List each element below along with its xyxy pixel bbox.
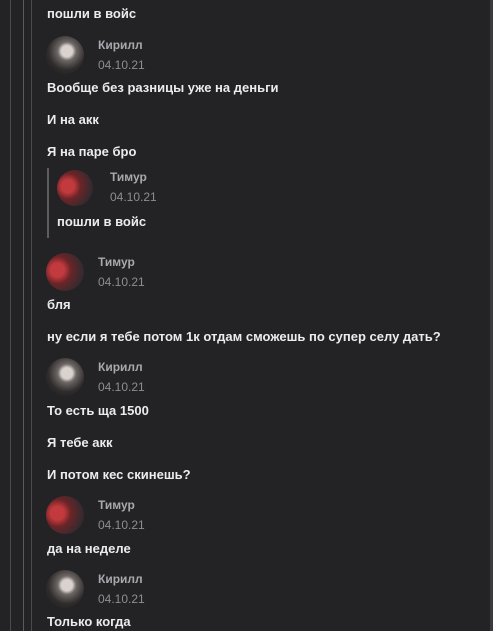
avatar[interactable] <box>46 36 84 74</box>
avatar[interactable] <box>46 358 84 396</box>
message-text: да на неделе <box>47 541 131 556</box>
message-date: 04.10.21 <box>98 592 145 606</box>
avatar[interactable] <box>46 253 84 291</box>
message-date: 04.10.21 <box>98 380 145 394</box>
message-text: ну если я тебе потом 1к отдам сможешь по… <box>47 329 441 344</box>
quoted-author-name: Тимур <box>110 170 147 184</box>
message-text: пошли в войс <box>47 6 137 21</box>
message-text: И на акк <box>47 112 99 127</box>
quoted-date: 04.10.21 <box>110 190 157 204</box>
avatar[interactable] <box>46 496 84 534</box>
message-date: 04.10.21 <box>98 58 145 72</box>
message-text: Вообще без разницы уже на деньги <box>47 80 279 95</box>
author-name[interactable]: Тимур <box>98 498 135 512</box>
quoted-text: пошли в войс <box>57 214 147 229</box>
thread-rail <box>31 0 32 631</box>
author-name[interactable]: Кирилл <box>98 360 143 374</box>
author-name[interactable]: Кирилл <box>98 38 143 52</box>
message-date: 04.10.21 <box>98 518 145 532</box>
author-name[interactable]: Тимур <box>98 255 135 269</box>
message-text: бля <box>47 297 71 312</box>
message-text: Я тебе акк <box>47 435 113 450</box>
thread-rail <box>10 0 11 631</box>
thread-rail <box>23 0 24 631</box>
message-text: И потом кес скинешь? <box>47 467 191 482</box>
avatar <box>57 170 93 206</box>
thread-indent-rails <box>0 0 40 631</box>
author-name[interactable]: Кирилл <box>98 572 143 586</box>
message-text: Я на паре бро <box>47 144 137 159</box>
avatar[interactable] <box>46 570 84 608</box>
quoted-message[interactable]: Тимур 04.10.21 пошли в войс <box>47 168 349 238</box>
message-text: Только когда <box>47 614 131 629</box>
message-text: То есть ща 1500 <box>47 403 149 418</box>
message-date: 04.10.21 <box>98 275 145 289</box>
